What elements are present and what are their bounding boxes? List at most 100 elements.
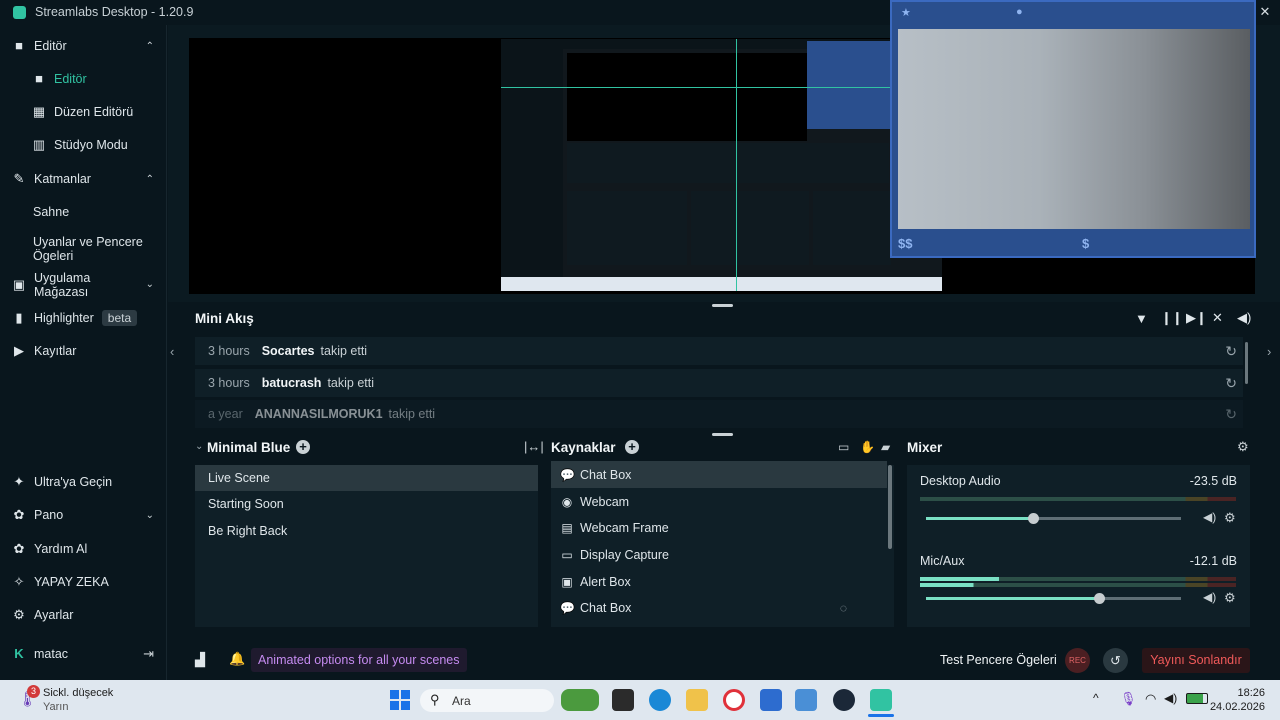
sidebar-item-widgets[interactable]: Uyanlar ve Pencere Ögeleri [0,232,166,266]
sidebar-group-app-store[interactable]: ▣ Uygulama Mağazası ⌄ [0,268,166,302]
sidebar-item-highlighter[interactable]: ▮ Highlighter beta [0,303,166,333]
sidebar-group-layers[interactable]: ✎ Katmanlar ⌃ [0,164,166,194]
chevron-up-icon[interactable]: ^ [1093,691,1099,705]
scene-item[interactable]: Live Scene [195,465,538,491]
steam-icon[interactable] [833,689,855,711]
transition-icon[interactable]: |↔| [524,439,544,454]
sidebar-item-label: Ultra'ya Geçin [34,475,113,489]
streamlabs-taskbar-icon[interactable] [870,689,892,711]
sidebar-item-recordings[interactable]: ▶ Kayıtlar [0,336,166,366]
sidebar-item-layout-editor[interactable]: ▦ Düzen Editörü [0,97,166,127]
display-capture-preview[interactable] [501,39,942,291]
file-explorer-icon[interactable] [686,689,708,711]
replay-icon[interactable]: ↻ [1225,375,1237,392]
notification-bell-icon[interactable]: 🔔 [229,651,245,667]
volume-slider-knob[interactable] [1094,593,1105,604]
feed-row: 3 hours batucrash takip etti ↻ [195,369,1243,397]
source-item[interactable]: 💬 Chat Box [551,461,887,488]
sidebar-item-help[interactable]: ✿ Yardım Al [0,534,166,564]
sidebar-item-studio-mode[interactable]: ▥ Stüdyo Modu [0,130,166,160]
sidebar-item-label: Yardım Al [34,542,88,556]
sidebar-item-scene[interactable]: Sahne [0,197,166,227]
nested-scenes [567,191,687,265]
mixer-title: Mixer [907,440,943,455]
microphone-icon[interactable]: 🎙 [1120,691,1137,707]
resize-handle[interactable] [712,433,733,436]
volume-icon[interactable]: ◀) [1164,691,1177,705]
nested-sources [691,191,809,265]
add-source-icon[interactable]: + [625,440,639,454]
scene-item[interactable]: Starting Soon [195,491,538,517]
task-view-icon[interactable] [612,689,634,711]
record-button[interactable]: REC [1065,648,1090,673]
weather-subtitle: Yarın [43,701,69,713]
monitor-icon: ▭ [561,547,573,562]
speaker-icon[interactable]: ◀) [1203,590,1216,604]
skip-icon[interactable]: ▶❙ [1186,310,1207,326]
chevron-down-icon[interactable]: ⌄ [195,441,203,452]
nested-taskbar [501,277,942,291]
edge-browser-icon[interactable] [649,689,671,711]
pause-icon[interactable]: ❙❙ [1161,310,1183,326]
add-scene-icon[interactable]: + [296,440,310,454]
feed-action: takip etti [320,344,368,358]
gear-icon[interactable]: ⚙ [1237,439,1249,455]
add-display-icon[interactable]: ▭ [838,440,849,454]
logout-icon[interactable]: ⇥ [143,646,154,662]
replay-icon[interactable]: ↻ [1225,343,1237,360]
source-item[interactable]: ▤ Webcam Frame [551,514,887,541]
wifi-icon[interactable]: ◠ [1145,691,1156,707]
taskbar-search[interactable]: ⚲ Ara [420,689,554,712]
sidebar-group-editor[interactable]: ■ Editör ⌃ [0,31,166,61]
windows-start-icon[interactable] [390,690,410,710]
end-stream-button[interactable]: Yayını Sonlandır [1142,648,1250,673]
volume-meter [920,497,1236,501]
sidebar-item-ai[interactable]: ✧ YAPAY ZEKA [0,567,166,597]
replay-icon[interactable]: ↻ [1225,406,1237,423]
scenes-title[interactable]: Minimal Blue [207,440,290,455]
source-item[interactable]: ▭ Display Capture [551,541,887,568]
speaker-icon[interactable]: ◀) [1203,510,1216,524]
sources-scrollbar[interactable] [888,465,892,549]
battery-icon[interactable] [1186,693,1208,704]
volume-icon[interactable]: ◀) [1237,310,1251,326]
collapse-left-icon[interactable]: ‹ [170,344,174,359]
sidebar-user[interactable]: K matac ⇥ [0,639,166,669]
collapse-right-icon[interactable]: › [1267,344,1271,359]
volume-slider-knob[interactable] [1028,513,1039,524]
weather-title[interactable]: Sickl. düşecek [43,687,113,699]
sources-panel: 💬 Chat Box ◉ Webcam ▤ Webcam Frame ▭ Dis… [551,461,894,627]
source-item[interactable]: ◉ Webcam [551,488,887,515]
sidebar: ■ Editör ⌃ ■ Editör ▦ Düzen Editörü ▥ St… [0,25,167,680]
tip-banner[interactable]: Animated options for all your scenes [251,648,467,672]
widgets-landscape-icon[interactable] [561,689,599,711]
sidebar-item-ultra[interactable]: ✦ Ultra'ya Geçin [0,467,166,497]
mute-alerts-icon[interactable]: ✕ [1212,310,1223,326]
webcam-video [898,29,1250,229]
sidebar-item-label: Ayarlar [34,608,74,622]
source-item[interactable]: ▣ Alert Box [551,568,887,595]
sidebar-item-editor[interactable]: ■ Editör [0,64,166,94]
clock-time[interactable]: 18:26 [1215,687,1265,699]
scene-item[interactable]: Be Right Back [195,518,538,544]
resize-handle[interactable] [712,304,733,307]
webcam-source[interactable]: ★ ● $$ $ [890,0,1256,258]
filter-icon[interactable]: ▼ [1135,311,1148,326]
sidebar-item-dashboard[interactable]: ✿ Pano ⌄ [0,500,166,530]
stats-icon[interactable]: ▟ [195,652,205,668]
feed-scrollbar[interactable] [1245,342,1248,384]
hidden-eye-icon[interactable]: ◌ [840,601,847,615]
replay-buffer-icon[interactable]: ↺ [1103,648,1128,673]
sidebar-item-settings[interactable]: ⚙ Ayarlar [0,600,166,630]
guide-line [736,39,737,291]
gear-icon[interactable]: ⚙ [1224,510,1236,526]
hand-icon[interactable]: ✋ [860,440,875,454]
window-title: Streamlabs Desktop - 1.20.9 [35,5,194,19]
notepad-icon[interactable] [760,689,782,711]
gear-icon[interactable]: ⚙ [1224,590,1236,606]
test-widgets-button[interactable]: Test Pencere Ögeleri [940,653,1057,667]
add-folder-icon[interactable]: ▰ [881,440,890,454]
source-item[interactable]: 💬 Chat Box ◌ [551,594,887,621]
photos-icon[interactable] [795,689,817,711]
opera-browser-icon[interactable] [723,689,745,711]
